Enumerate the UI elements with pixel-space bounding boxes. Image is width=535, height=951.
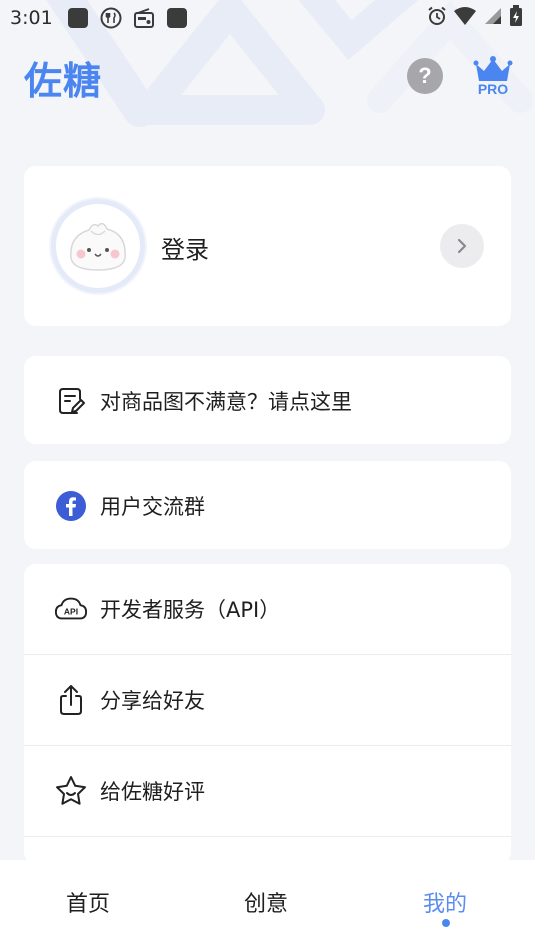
- tab-mine[interactable]: 我的: [423, 886, 467, 918]
- alarm-icon: [427, 6, 447, 30]
- app-notification-icon: [67, 7, 89, 29]
- facebook-icon: [54, 489, 88, 523]
- edit-note-icon: [54, 384, 88, 418]
- app-notification-icon: [166, 7, 188, 29]
- community-card[interactable]: 用户交流群: [24, 461, 511, 549]
- menu-item-community[interactable]: 用户交流群: [24, 461, 511, 551]
- crown-icon: [473, 56, 513, 81]
- help-icon: ?: [418, 63, 432, 88]
- tab-creative[interactable]: 创意: [244, 886, 288, 918]
- menu-item-share[interactable]: 分享给好友: [24, 655, 511, 745]
- menu-item-label: 用户交流群: [100, 495, 205, 519]
- menu-item-label: 对商品图不满意？请点这里: [100, 390, 352, 414]
- menu-item-rate[interactable]: 给佐糖好评: [24, 746, 511, 836]
- chevron-right-icon: [457, 238, 467, 254]
- wifi-icon: [453, 6, 477, 30]
- login-label: 登录: [161, 236, 209, 264]
- status-time: 3:01: [10, 7, 53, 29]
- pro-button[interactable]: PRO: [473, 54, 513, 98]
- cellular-signal-icon: [483, 6, 503, 30]
- login-arrow-button[interactable]: [440, 224, 484, 268]
- menu-item-feedback[interactable]: 对商品图不满意？请点这里: [24, 356, 511, 446]
- bottom-nav: 首页 创意 我的: [0, 860, 535, 951]
- avatar[interactable]: [51, 199, 145, 293]
- app-title: 佐糖: [24, 59, 103, 103]
- svg-text:API: API: [64, 607, 78, 617]
- active-tab-indicator: [442, 919, 450, 927]
- menu-item-developer-api[interactable]: API 开发者服务（API）: [24, 564, 511, 654]
- cloud-api-icon: API: [54, 592, 88, 626]
- dumpling-mascot-icon: [70, 222, 126, 271]
- share-icon: [54, 683, 88, 717]
- radio-icon: [133, 7, 155, 29]
- feedback-card[interactable]: 对商品图不满意？请点这里: [24, 356, 511, 444]
- pro-label: PRO: [477, 81, 509, 97]
- restaurant-icon: [100, 7, 122, 29]
- star-icon: [54, 774, 88, 808]
- header: 佐糖 ? PRO: [0, 44, 535, 108]
- status-bar: 3:01: [0, 0, 535, 36]
- help-button[interactable]: ?: [407, 58, 443, 94]
- battery-icon: [509, 5, 523, 31]
- divider: [24, 836, 511, 837]
- login-card[interactable]: 登录: [24, 166, 511, 326]
- menu-item-label: 分享给好友: [100, 689, 205, 713]
- menu-item-label: 给佐糖好评: [100, 780, 205, 804]
- tab-home[interactable]: 首页: [66, 886, 110, 918]
- more-options-card: API 开发者服务（API） 分享给好友 给佐糖好评: [24, 564, 511, 864]
- menu-item-label: 开发者服务（API）: [100, 598, 281, 622]
